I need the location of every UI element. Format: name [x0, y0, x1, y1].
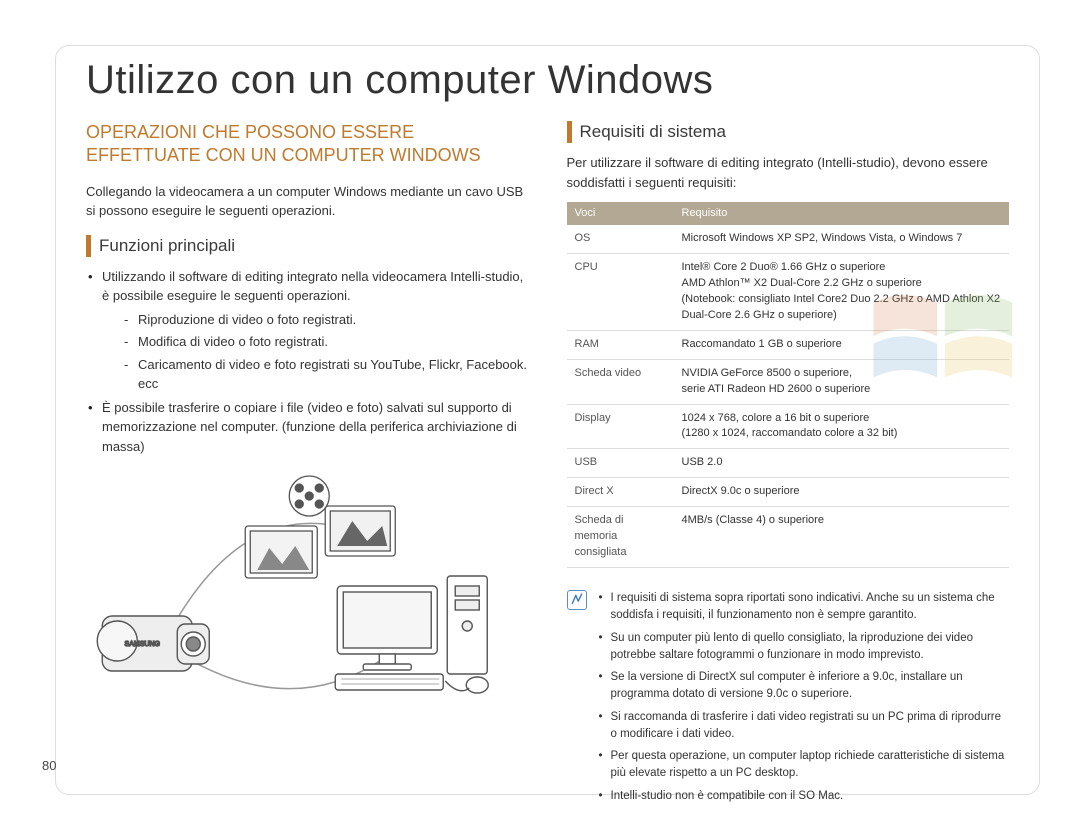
list-item: Se la versione di DirectX sul computer è…: [599, 669, 1010, 704]
subheading-requisiti: Requisiti di sistema: [567, 121, 1010, 143]
list-item: Intelli-studio non è compatibile con il …: [599, 788, 1010, 805]
intro-text-right: Per utilizzare il software di editing in…: [567, 153, 1010, 192]
list-item: Modifica di video o foto registrati.: [124, 332, 529, 352]
table-row: USBUSB 2.0: [567, 449, 1010, 478]
list-item: Utilizzando il software di editing integ…: [86, 267, 529, 394]
cell-val: USB 2.0: [674, 449, 1010, 478]
cell-key: USB: [567, 449, 674, 478]
cell-key: RAM: [567, 330, 674, 359]
requirements-table: Voci Requisito OSMicrosoft Windows XP SP…: [567, 202, 1010, 568]
page-container: Utilizzo con un computer Windows OPERAZI…: [55, 45, 1040, 795]
section-heading-left: OPERAZIONI CHE POSSONO ESSERE EFFETTUATE…: [86, 121, 529, 168]
note-icon: [567, 590, 587, 610]
table-row: Direct XDirectX 9.0c o superiore: [567, 478, 1010, 507]
cell-key: CPU: [567, 253, 674, 330]
notes-block: I requisiti di sistema sopra riportati s…: [567, 590, 1010, 810]
columns: OPERAZIONI CHE POSSONO ESSERE EFFETTUATE…: [86, 121, 1009, 810]
page-title: Utilizzo con un computer Windows: [86, 58, 1009, 103]
cell-key: Direct X: [567, 478, 674, 507]
cell-key: Scheda video: [567, 359, 674, 404]
intro-text-left: Collegando la videocamera a un computer …: [86, 182, 529, 221]
list-item: Si raccomanda di trasferire i dati video…: [599, 709, 1010, 744]
right-column: Requisiti di sistema Per utilizzare il s…: [567, 121, 1010, 810]
cell-val: NVIDIA GeForce 8500 o superiore, serie A…: [674, 359, 1010, 404]
table-row: Scheda di memoria consigliata4MB/s (Clas…: [567, 507, 1010, 568]
cell-val: 4MB/s (Classe 4) o superiore: [674, 507, 1010, 568]
cell-key: Display: [567, 404, 674, 449]
table-row: Scheda videoNVIDIA GeForce 8500 o superi…: [567, 359, 1010, 404]
list-item: Caricamento di video e foto registrati s…: [124, 355, 529, 394]
notes-list: I requisiti di sistema sopra riportati s…: [599, 590, 1010, 810]
subheading-funzioni-label: Funzioni principali: [99, 236, 235, 256]
list-item: Per questa operazione, un computer lapto…: [599, 748, 1010, 783]
table-header-requisito: Requisito: [674, 202, 1010, 225]
list-item: Su un computer più lento di quello consi…: [599, 630, 1010, 665]
cell-val: Microsoft Windows XP SP2, Windows Vista,…: [674, 225, 1010, 254]
table-row: RAMRaccomandato 1 GB o superiore: [567, 330, 1010, 359]
list-funzioni: Utilizzando il software di editing integ…: [86, 267, 529, 457]
subheading-requisiti-label: Requisiti di sistema: [580, 122, 726, 142]
illustration-camera-to-pc: SAMSUNG: [86, 466, 529, 696]
illustration-svg: SAMSUNG: [86, 466, 529, 696]
page-number: 80: [42, 758, 56, 773]
table-row: Display1024 x 768, colore a 16 bit o sup…: [567, 404, 1010, 449]
subheading-funzioni: Funzioni principali: [86, 235, 529, 257]
table-row: OSMicrosoft Windows XP SP2, Windows Vist…: [567, 225, 1010, 254]
cell-val: Intel® Core 2 Duo® 1.66 GHz o superiore …: [674, 253, 1010, 330]
list-item: È possibile trasferire o copiare i file …: [86, 398, 529, 457]
table-row: CPUIntel® Core 2 Duo® 1.66 GHz o superio…: [567, 253, 1010, 330]
accent-bar-icon: [86, 235, 91, 257]
accent-bar-icon: [567, 121, 572, 143]
list-item-text: Utilizzando il software di editing integ…: [102, 269, 523, 304]
sub-list: Riproduzione di video o foto registrati.…: [102, 310, 529, 394]
cell-val: 1024 x 768, colore a 16 bit o superiore …: [674, 404, 1010, 449]
cell-val: Raccomandato 1 GB o superiore: [674, 330, 1010, 359]
list-item: Riproduzione di video o foto registrati.: [124, 310, 529, 330]
svg-text:SAMSUNG: SAMSUNG: [125, 641, 160, 648]
left-column: OPERAZIONI CHE POSSONO ESSERE EFFETTUATE…: [86, 121, 529, 810]
cell-key: OS: [567, 225, 674, 254]
table-header-voci: Voci: [567, 202, 674, 225]
cell-key: Scheda di memoria consigliata: [567, 507, 674, 568]
list-item: I requisiti di sistema sopra riportati s…: [599, 590, 1010, 625]
cell-val: DirectX 9.0c o superiore: [674, 478, 1010, 507]
